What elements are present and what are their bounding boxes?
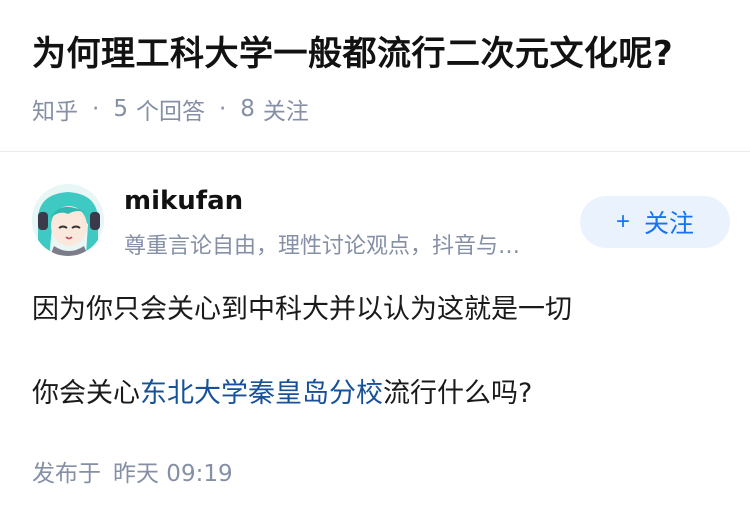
answer-page: 为何理工科大学一般都流行二次元文化呢? 知乎 · 5 个回答 · 8 关注 mi…	[0, 0, 750, 522]
anime-avatar-icon	[32, 184, 104, 256]
source-label: 知乎	[32, 99, 78, 125]
answer-content: 因为你只会关心到中科大并以认为这就是一切 你会关心东北大学秦皇岛分校流行什么吗?	[32, 288, 722, 416]
follow-button[interactable]: + 关注	[580, 196, 730, 248]
follower-count: 8	[240, 96, 255, 122]
question-header: 为何理工科大学一般都流行二次元文化呢? 知乎 · 5 个回答 · 8 关注	[32, 30, 732, 126]
answer-text: 流行什么吗?	[383, 378, 533, 409]
publish-info: 发布于 昨天 09:19	[32, 454, 233, 488]
header-divider	[0, 151, 750, 152]
answer-count-label: 个回答	[135, 99, 205, 125]
question-title[interactable]: 为何理工科大学一般都流行二次元文化呢?	[32, 30, 732, 78]
answer-text: 你会关心	[32, 378, 140, 409]
follower-count-label: 关注	[262, 99, 309, 125]
author-card: mikufan 尊重言论自由，理性讨论观点，抖音与知乎同步更新 + 关注	[32, 184, 730, 260]
meta-separator: ·	[218, 96, 227, 122]
author-bio: 尊重言论自由，理性讨论观点，抖音与知乎同步更新	[124, 234, 536, 259]
answer-count: 5	[113, 96, 128, 122]
publish-label: 发布于	[32, 461, 101, 487]
answer-paragraph: 你会关心东北大学秦皇岛分校流行什么吗?	[32, 372, 722, 416]
follow-label: 关注	[644, 210, 695, 238]
answer-paragraph: 因为你只会关心到中科大并以认为这就是一切	[32, 294, 572, 325]
plus-icon: +	[615, 208, 630, 235]
avatar[interactable]	[32, 184, 104, 256]
author-name[interactable]: mikufan	[124, 186, 243, 216]
meta-separator: ·	[92, 96, 100, 122]
question-meta: 知乎 · 5 个回答 · 8 关注	[32, 92, 732, 126]
school-link[interactable]: 东北大学秦皇岛分校	[140, 378, 383, 409]
publish-time: 昨天 09:19	[113, 461, 233, 487]
